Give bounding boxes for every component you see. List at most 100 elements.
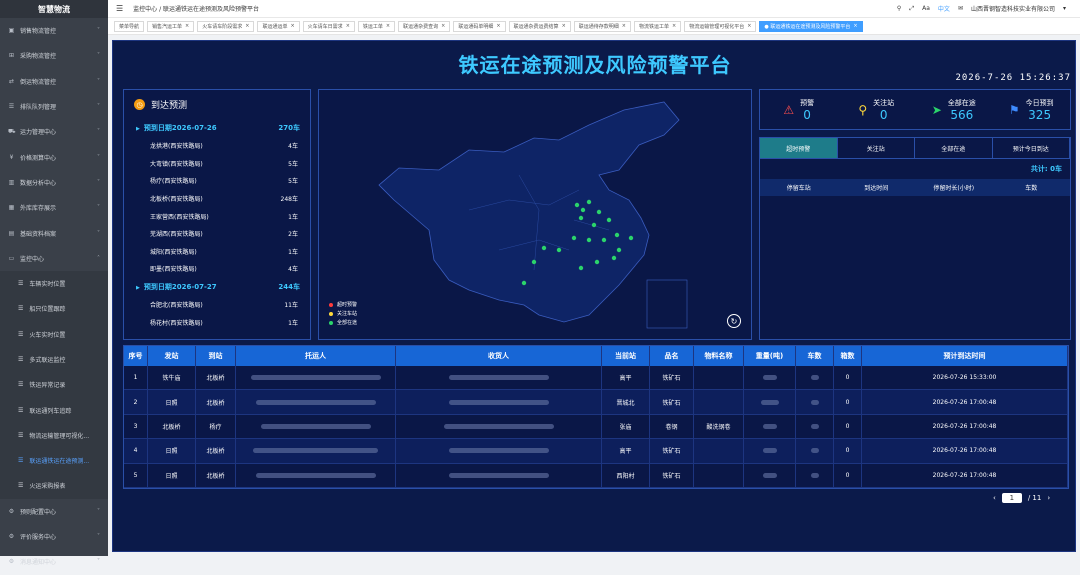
station-dot[interactable]	[531, 259, 537, 265]
station-dot[interactable]	[606, 217, 612, 223]
table-row[interactable]: 4 日照 北板桥 高平 铁矿石 0 2026-07-26 17:00:48	[124, 439, 1068, 464]
sidebar-item-label: 价格测算中心	[20, 154, 57, 162]
sidebar-subitem[interactable]: ☰ 火车实时位置	[0, 321, 108, 347]
sidebar-subitem[interactable]: ☰ 船只位置跟踪	[0, 296, 108, 322]
page-tab[interactable]: 铁运工单 ×	[357, 20, 396, 32]
page-tab[interactable]: 菜单导航	[114, 20, 145, 32]
table-row[interactable]: 3 北板桥 杨疗 张庙 卷钢 酸洗钢卷 0 2026-07-26 17:00:48	[124, 414, 1068, 440]
station-dot[interactable]	[556, 247, 562, 253]
sidebar-item-label: 预则配置中心	[20, 508, 57, 516]
sidebar-item[interactable]: ▥ 数据分析中心 ˅	[0, 170, 108, 195]
filter-tab[interactable]: 关注站	[837, 138, 915, 159]
mail-icon[interactable]: ✉	[958, 5, 963, 12]
close-icon[interactable]: ×	[441, 23, 445, 29]
station-dot[interactable]	[614, 232, 620, 238]
stat-card[interactable]: ➤ 全部在途 566	[915, 98, 993, 122]
menu-toggle-icon[interactable]: ☰	[116, 4, 123, 13]
close-icon[interactable]: ×	[672, 23, 676, 29]
stat-card[interactable]: ⚲ 关注站 0	[838, 98, 916, 122]
page-tab[interactable]: 火车请车日需求 ×	[302, 20, 355, 32]
filter-tab[interactable]: 预计今日到达	[992, 138, 1070, 159]
station-dot[interactable]	[594, 259, 600, 265]
station-dot[interactable]	[541, 245, 547, 251]
sidebar-item[interactable]: ⚙ 评价服务中心 ˅	[0, 524, 108, 549]
page-tab[interactable]: 物流运输管理可视化平台 ×	[684, 20, 757, 32]
sidebar-item[interactable]: ¥ 价格测算中心 ˅	[0, 144, 108, 169]
station-dot[interactable]	[571, 235, 577, 241]
chevron-down-icon[interactable]: ▾	[1063, 5, 1066, 12]
station-dot[interactable]	[586, 237, 592, 243]
station-count: 5车	[288, 178, 298, 186]
sidebar-subitem[interactable]: ☰ 铁运异常记录	[0, 372, 108, 398]
page-tab[interactable]: 联运通码单明细 ×	[453, 20, 506, 32]
station-dot[interactable]	[628, 235, 634, 241]
close-icon[interactable]: ×	[496, 23, 500, 29]
station-dot[interactable]	[591, 222, 597, 228]
page-tab[interactable]: ● 联运通铁运在途预测及风险预警平台 ×	[759, 20, 863, 32]
close-icon[interactable]: ×	[346, 23, 350, 29]
close-icon[interactable]: ×	[853, 23, 857, 29]
sidebar-item[interactable]: ⇄ 倒运物流管控 ˅	[0, 69, 108, 94]
next-page-icon[interactable]: ›	[1047, 494, 1050, 502]
sidebar-item[interactable]: ▦ 外库库存展示 ˅	[0, 195, 108, 220]
station-dot[interactable]	[578, 265, 584, 271]
station-dot[interactable]	[578, 215, 584, 221]
sidebar-item[interactable]: ⚙ 预则配置中心 ˅	[0, 499, 108, 524]
close-icon[interactable]: ×	[290, 23, 294, 29]
page-tab[interactable]: 联运通杂费查询 ×	[398, 20, 451, 32]
close-icon[interactable]: ×	[185, 23, 189, 29]
sidebar-subitem[interactable]: ☰ 联运通铁运在途预测...	[0, 448, 108, 474]
sidebar-item[interactable]: ⊞ 采购物流管控 ˅	[0, 43, 108, 68]
page-input[interactable]: 1	[1001, 493, 1022, 503]
station-dot[interactable]	[580, 207, 586, 213]
station-dot[interactable]	[574, 202, 580, 208]
language-select[interactable]: 中文	[938, 4, 950, 13]
sidebar-item[interactable]: ▣ 销售物流管控 ˅	[0, 18, 108, 43]
close-icon[interactable]: ×	[562, 23, 566, 29]
page-tab[interactable]: 联运通运单 ×	[257, 20, 300, 32]
station-dot[interactable]	[586, 199, 592, 205]
filter-tab-label: 预计今日到达	[1012, 145, 1049, 153]
table-row[interactable]: 2 日照 北板桥 晋城北 铁矿石 0 2026-07-26 17:00:48	[124, 390, 1068, 415]
close-icon[interactable]: ×	[386, 23, 390, 29]
sidebar-item[interactable]: ⚙ 消息通知中心 ˅	[0, 549, 108, 574]
arrival-date-row[interactable]: ▶ 预到日期2026-07-26 270车	[124, 119, 310, 137]
station-dot[interactable]	[601, 237, 607, 243]
search-icon[interactable]: ⚲	[897, 5, 901, 12]
filter-tab[interactable]: 全部在途	[915, 138, 993, 159]
sidebar-subitem[interactable]: ☰ 多式联运监控	[0, 346, 108, 373]
sidebar-subitem[interactable]: ☰ 联运通列车追踪	[0, 397, 108, 423]
sidebar-item[interactable]: ▭ 监控中心 ˄	[0, 246, 108, 271]
page-tab[interactable]: 物流铁运工单 ×	[633, 20, 682, 32]
filter-tab[interactable]: 超时预警	[760, 138, 838, 159]
sidebar-subitem[interactable]: ☰ 火运采购报表	[0, 473, 108, 499]
stat-card[interactable]: ⚑ 今日预到 325	[993, 98, 1071, 122]
sidebar-item[interactable]: ☰ 排队队列管理 ˅	[0, 94, 108, 119]
stat-card[interactable]: ⚠ 预警 0	[760, 98, 838, 122]
table-row[interactable]: 1 铁牛庙 北板桥 高平 铁矿石 0 2026-07-26 15:33:00	[124, 366, 1068, 391]
sidebar-item[interactable]: ▤ 基础资料档案 ˅	[0, 220, 108, 245]
page-tab[interactable]: 联运通杂费运费结算 ×	[508, 20, 571, 32]
sidebar-subitem[interactable]: ☰ 物流运输管理可视化...	[0, 422, 108, 449]
company-select[interactable]: 山西晋钢智造科技实业有限公司	[971, 4, 1055, 13]
page-tab[interactable]: 火车请车阶段需求 ×	[197, 20, 255, 32]
table-row[interactable]: 5 日照 北板桥 西阳村 铁矿石 0 2026-07-26 17:00:48	[124, 463, 1068, 488]
prev-page-icon[interactable]: ‹	[993, 494, 996, 502]
close-icon[interactable]: ×	[747, 23, 751, 29]
fullscreen-icon[interactable]: ⤢	[909, 5, 914, 13]
refresh-icon[interactable]: ↻	[727, 314, 741, 328]
station-dot[interactable]	[616, 247, 622, 253]
sidebar-item[interactable]: ⛟ 运力管理中心 ˅	[0, 119, 108, 144]
arrival-date-row[interactable]: ▶ 预到日期2026-07-27 244车	[124, 278, 310, 296]
close-icon[interactable]: ×	[245, 23, 249, 29]
sidebar-subitem-label: 物流运输管理可视化...	[29, 432, 90, 440]
page-tab[interactable]: 销售汽运工单 ×	[147, 20, 195, 32]
font-size-icon[interactable]: Aa	[922, 5, 930, 12]
sidebar-item-label: 监控中心	[20, 255, 45, 263]
station-dot[interactable]	[611, 255, 617, 261]
page-tab[interactable]: 联运通待存款明细 ×	[573, 20, 631, 32]
station-dot[interactable]	[596, 209, 602, 215]
sidebar-subitem[interactable]: ☰ 车辆实时位置	[0, 270, 108, 297]
station-dot[interactable]	[521, 280, 527, 286]
close-icon[interactable]: ×	[622, 23, 626, 29]
